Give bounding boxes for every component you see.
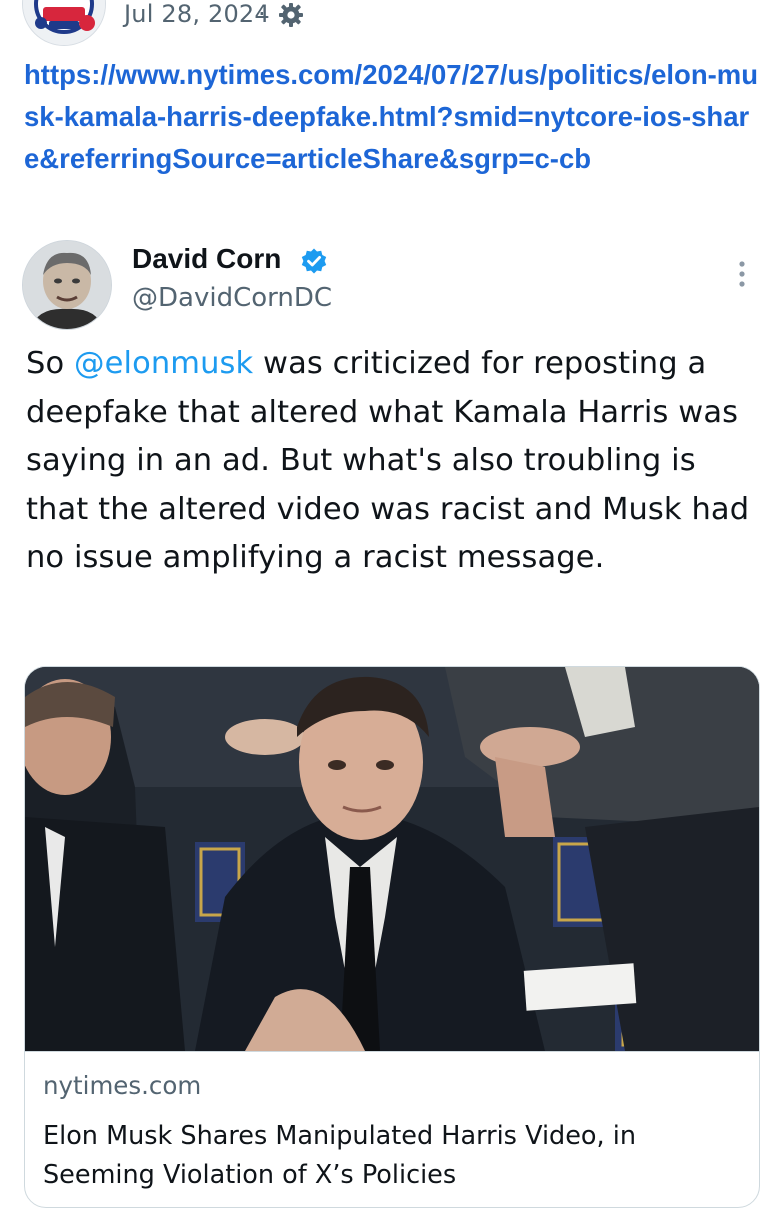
gear-icon[interactable] — [278, 2, 304, 28]
author-portrait — [23, 241, 111, 329]
verified-badge-icon — [300, 247, 328, 275]
post-date: Jul 28, 2024 — [124, 0, 270, 28]
meta-separator: · — [258, 0, 266, 28]
author-avatar[interactable] — [22, 240, 112, 330]
author-name[interactable]: David Corn — [132, 243, 281, 275]
author-handle[interactable]: @DavidCornDC — [132, 283, 332, 313]
article-photo[interactable] — [25, 667, 759, 1052]
link-card[interactable]: nytimes.com Elon Musk Shares Manipulated… — [24, 666, 760, 1208]
card-domain: nytimes.com — [43, 1071, 202, 1100]
article-link[interactable]: https://www.nytimes.com/2024/07/27/us/po… — [24, 54, 764, 180]
vote-badge-avatar-icon — [23, 0, 105, 45]
mention-link[interactable]: @elonmusk — [74, 346, 253, 381]
avatar[interactable] — [22, 0, 106, 46]
more-vertical-icon[interactable] — [730, 256, 754, 292]
tweet-text-start: So — [26, 346, 75, 381]
tweet-text: So @elonmusk was criticized for repostin… — [26, 340, 762, 583]
card-title[interactable]: Elon Musk Shares Manipulated Harris Vide… — [43, 1117, 743, 1195]
